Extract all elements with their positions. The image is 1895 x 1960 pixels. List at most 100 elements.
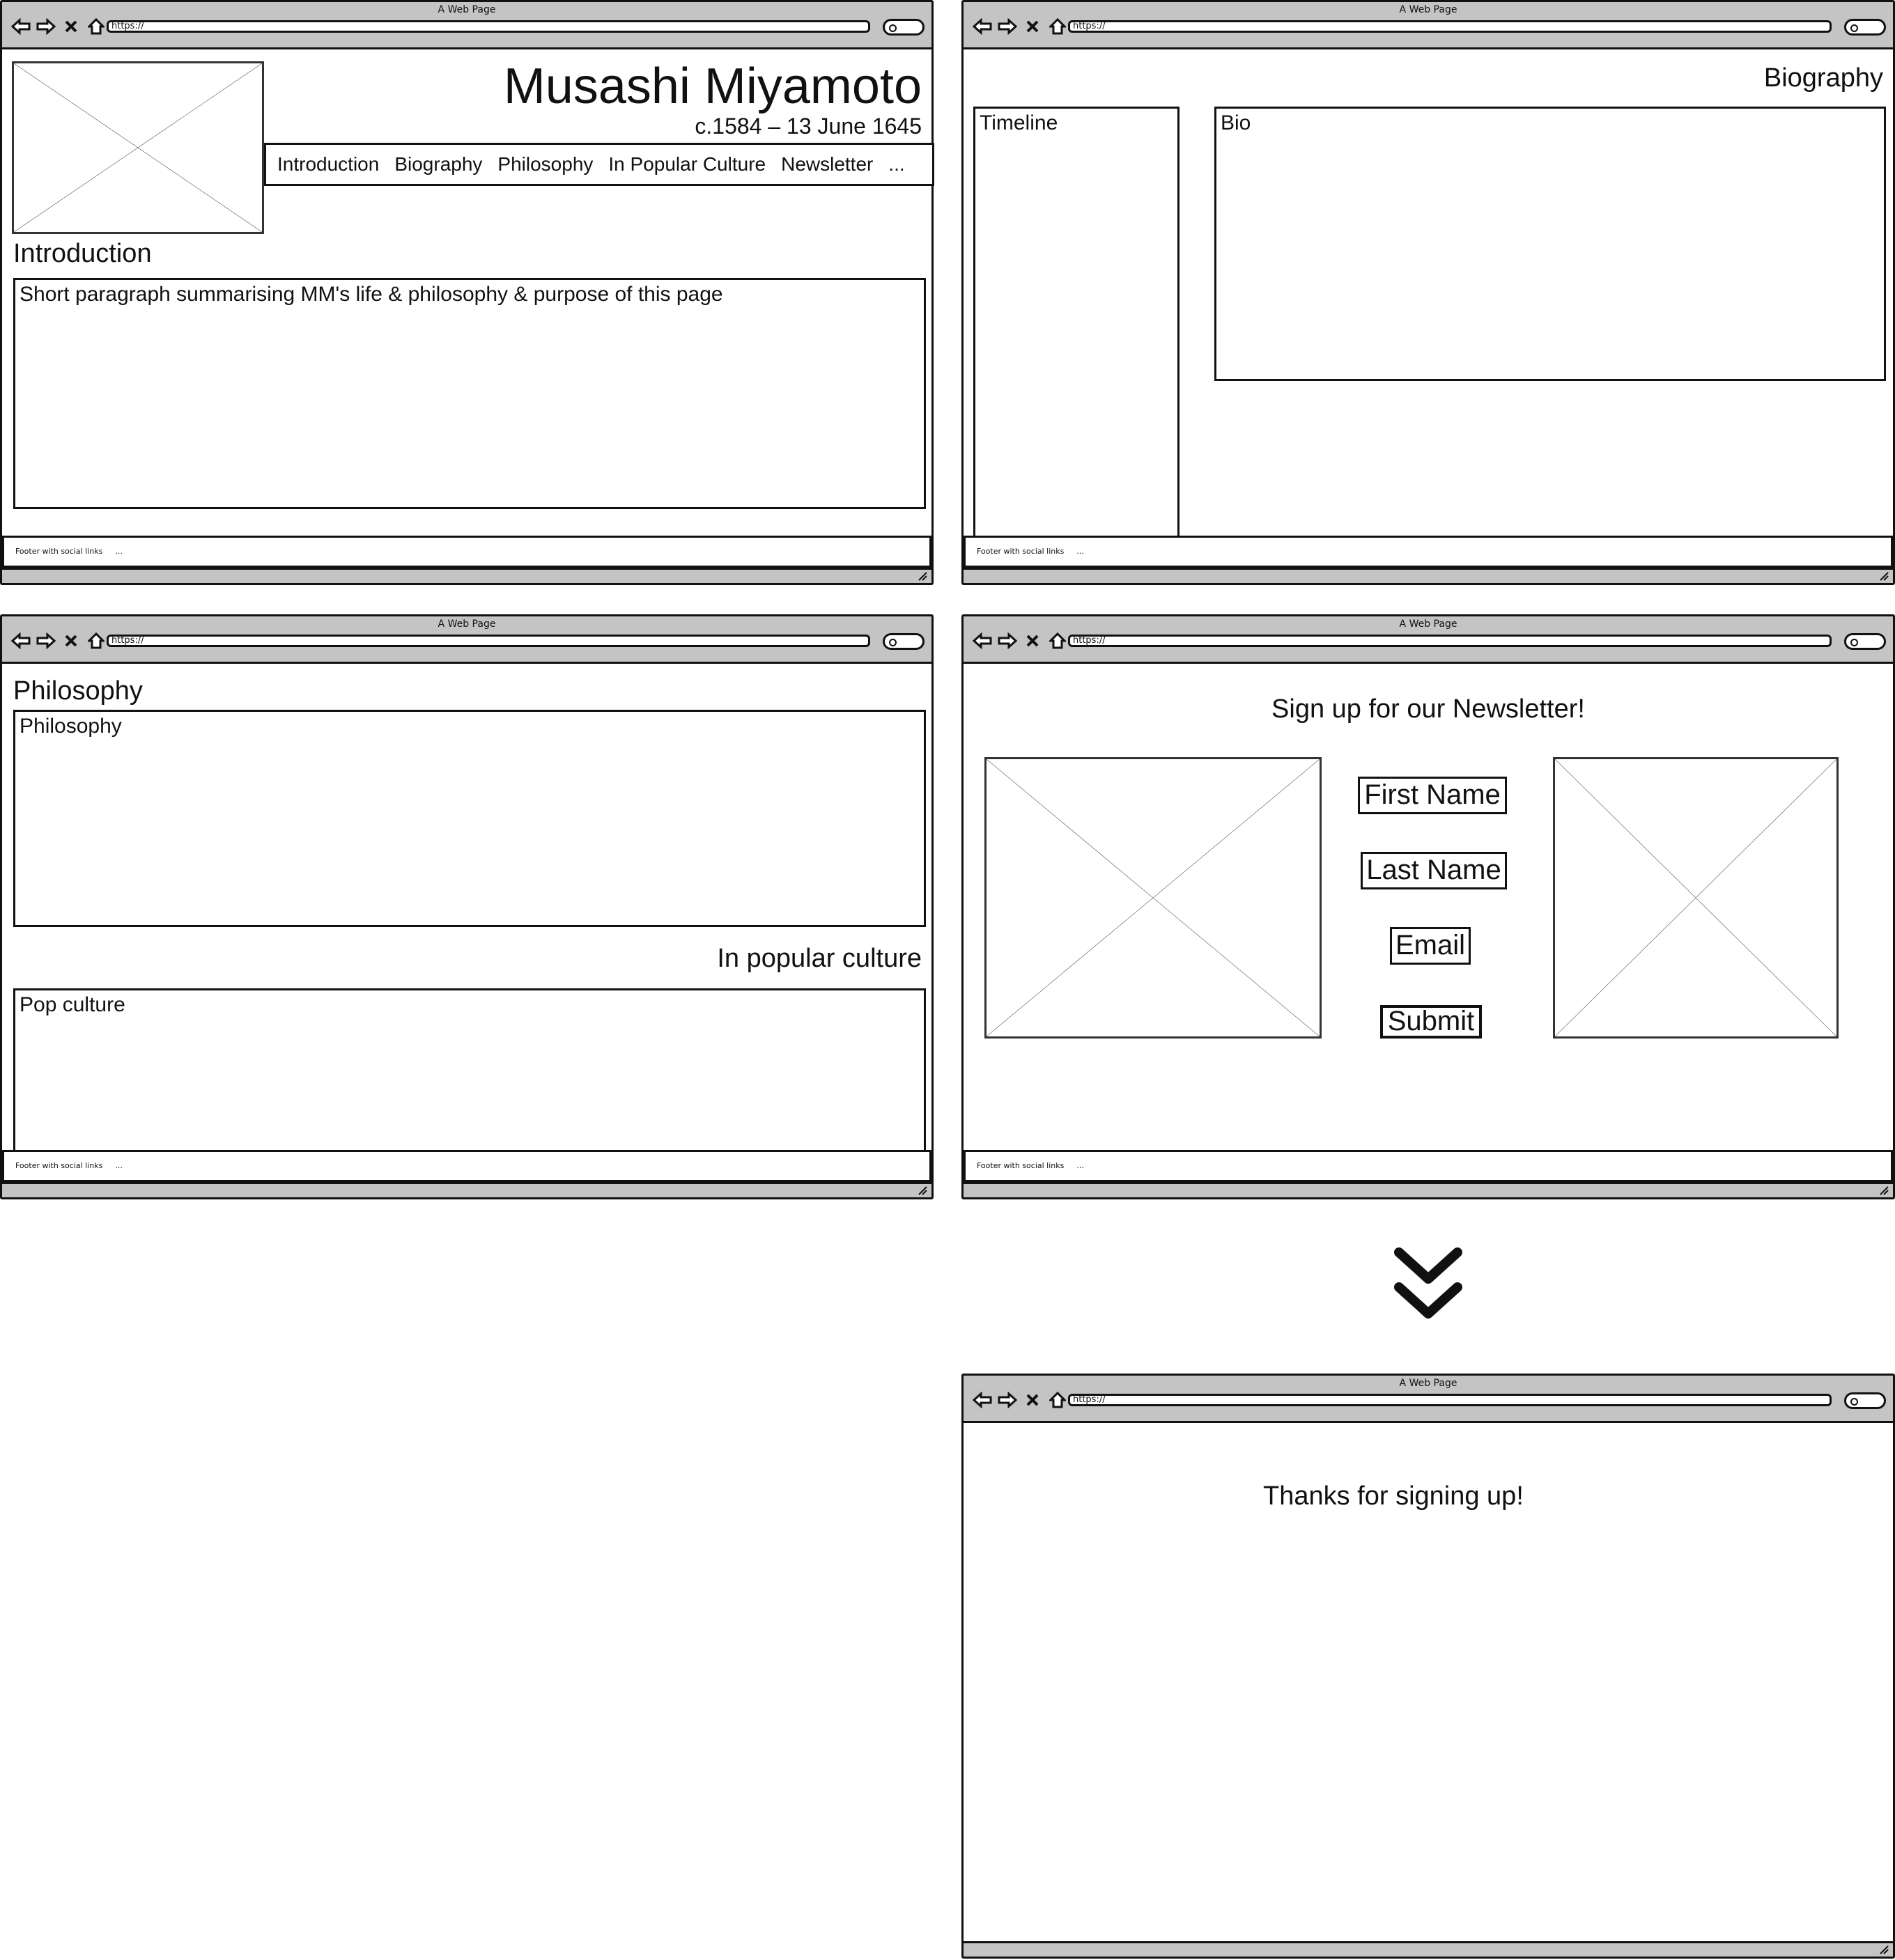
pop-culture-heading: In popular culture [717, 944, 922, 973]
intro-heading: Introduction [13, 239, 152, 268]
thanks-message: Thanks for signing up! [1263, 1481, 1524, 1511]
window-title: A Web Page [1399, 619, 1457, 630]
url-input[interactable]: https:// [1068, 20, 1832, 33]
footer-text: Footer with social links [15, 547, 103, 556]
footer: Footer with social links... [2, 1150, 931, 1182]
url-input[interactable]: https:// [1068, 635, 1832, 647]
close-icon[interactable] [61, 630, 82, 651]
home-icon[interactable] [1047, 16, 1068, 37]
footer-text: Footer with social links [15, 1161, 103, 1170]
timeline-panel: Timeline [973, 107, 1179, 541]
arrow-left-icon[interactable] [972, 630, 993, 651]
search-icon[interactable] [1844, 633, 1886, 650]
arrow-right-icon[interactable] [997, 1390, 1018, 1410]
nav-item-biography[interactable]: Biography [394, 153, 482, 176]
philosophy-heading: Philosophy [13, 676, 143, 706]
search-icon[interactable] [883, 633, 925, 650]
window-title: A Web Page [438, 619, 496, 630]
browser-chrome: A Web Page https:// [2, 2, 931, 49]
url-input[interactable]: https:// [1068, 1394, 1832, 1406]
arrow-right-icon[interactable] [36, 630, 56, 651]
status-bar [964, 1182, 1893, 1197]
search-icon[interactable] [883, 19, 925, 36]
email-field[interactable]: Email [1390, 927, 1471, 965]
nav-item-popular-culture[interactable]: In Popular Culture [608, 153, 766, 176]
resize-handle-icon[interactable] [918, 571, 927, 581]
newsletter-heading: Sign up for our Newsletter! [1271, 694, 1585, 724]
arrow-right-icon[interactable] [997, 630, 1018, 651]
status-bar [2, 568, 931, 583]
footer: Footer with social links... [964, 536, 1893, 568]
newsletter-image-left-placeholder [984, 757, 1322, 1039]
home-icon[interactable] [1047, 1390, 1068, 1410]
pop-culture-box: Pop culture [13, 988, 926, 1156]
logo-image-placeholder [12, 61, 264, 234]
close-icon[interactable] [1022, 1390, 1043, 1410]
browser-chrome: A Web Page https:// [964, 2, 1893, 49]
status-bar [2, 1182, 931, 1197]
browser-chrome: A Web Page https:// [2, 616, 931, 664]
philosophy-box: Philosophy [13, 710, 926, 927]
window-title: A Web Page [1399, 1378, 1457, 1389]
arrow-left-icon[interactable] [972, 16, 993, 37]
arrow-left-icon[interactable] [10, 630, 31, 651]
url-input[interactable]: https:// [107, 20, 870, 33]
intro-text-box: Short paragraph summarising MM's life & … [13, 278, 926, 509]
browser-chrome: A Web Page https:// [964, 616, 1893, 664]
nav-item-newsletter[interactable]: Newsletter [781, 153, 873, 176]
arrow-right-icon[interactable] [997, 16, 1018, 37]
intro-text: Short paragraph summarising MM's life & … [20, 283, 723, 306]
home-icon[interactable] [1047, 630, 1068, 651]
footer: Footer with social links... [964, 1150, 1893, 1182]
window-title: A Web Page [1399, 4, 1457, 15]
status-bar [964, 568, 1893, 583]
resize-handle-icon[interactable] [1879, 571, 1889, 581]
arrow-right-icon[interactable] [36, 16, 56, 37]
philosophy-box-label: Philosophy [20, 715, 122, 738]
last-name-field[interactable]: Last Name [1361, 852, 1507, 889]
life-dates: c.1584 – 13 June 1645 [695, 114, 922, 139]
bio-label: Bio [1221, 111, 1251, 134]
nav-item-introduction[interactable]: Introduction [277, 153, 379, 176]
nav-item-more[interactable]: ... [888, 153, 904, 176]
site-title: Musashi Miyamoto [503, 59, 922, 114]
main-nav: Introduction Biography Philosophy In Pop… [264, 143, 934, 186]
resize-handle-icon[interactable] [1879, 1945, 1889, 1954]
browser-window-philosophy: A Web Page https:// Philosophy Philosoph… [0, 614, 934, 1199]
first-name-field[interactable]: First Name [1358, 777, 1507, 814]
browser-window-thanks: A Web Page https:// Thanks for signing u… [961, 1374, 1895, 1959]
close-icon[interactable] [1022, 16, 1043, 37]
browser-window-home: A Web Page https:// Musashi Miyamoto c.1… [0, 0, 934, 585]
footer-dots: ... [1076, 1161, 1084, 1170]
browser-window-newsletter: A Web Page https:// Sign up for our News… [961, 614, 1895, 1199]
bio-panel: Bio [1214, 107, 1886, 381]
footer-dots: ... [115, 547, 123, 556]
close-icon[interactable] [61, 16, 82, 37]
close-icon[interactable] [1022, 630, 1043, 651]
window-title: A Web Page [438, 4, 496, 15]
resize-handle-icon[interactable] [1879, 1185, 1889, 1195]
home-icon[interactable] [86, 16, 107, 37]
pop-culture-label: Pop culture [20, 993, 125, 1016]
search-icon[interactable] [1844, 1392, 1886, 1409]
nav-item-philosophy[interactable]: Philosophy [497, 153, 593, 176]
footer-text: Footer with social links [977, 547, 1065, 556]
footer-text: Footer with social links [977, 1161, 1065, 1170]
arrow-left-icon[interactable] [10, 16, 31, 37]
biography-heading: Biography [1763, 63, 1883, 93]
browser-window-biography: A Web Page https:// Biography Timeline B… [961, 0, 1895, 585]
arrow-left-icon[interactable] [972, 1390, 993, 1410]
url-input[interactable]: https:// [107, 635, 870, 647]
footer: Footer with social links... [2, 536, 931, 568]
footer-dots: ... [115, 1161, 123, 1170]
timeline-label: Timeline [980, 111, 1058, 134]
double-chevron-down-icon [1394, 1247, 1462, 1319]
resize-handle-icon[interactable] [918, 1185, 927, 1195]
status-bar [964, 1941, 1893, 1957]
submit-button[interactable]: Submit [1380, 1005, 1482, 1039]
search-icon[interactable] [1844, 19, 1886, 36]
newsletter-image-right-placeholder [1553, 757, 1839, 1039]
footer-dots: ... [1076, 547, 1084, 556]
home-icon[interactable] [86, 630, 107, 651]
browser-chrome: A Web Page https:// [964, 1376, 1893, 1423]
